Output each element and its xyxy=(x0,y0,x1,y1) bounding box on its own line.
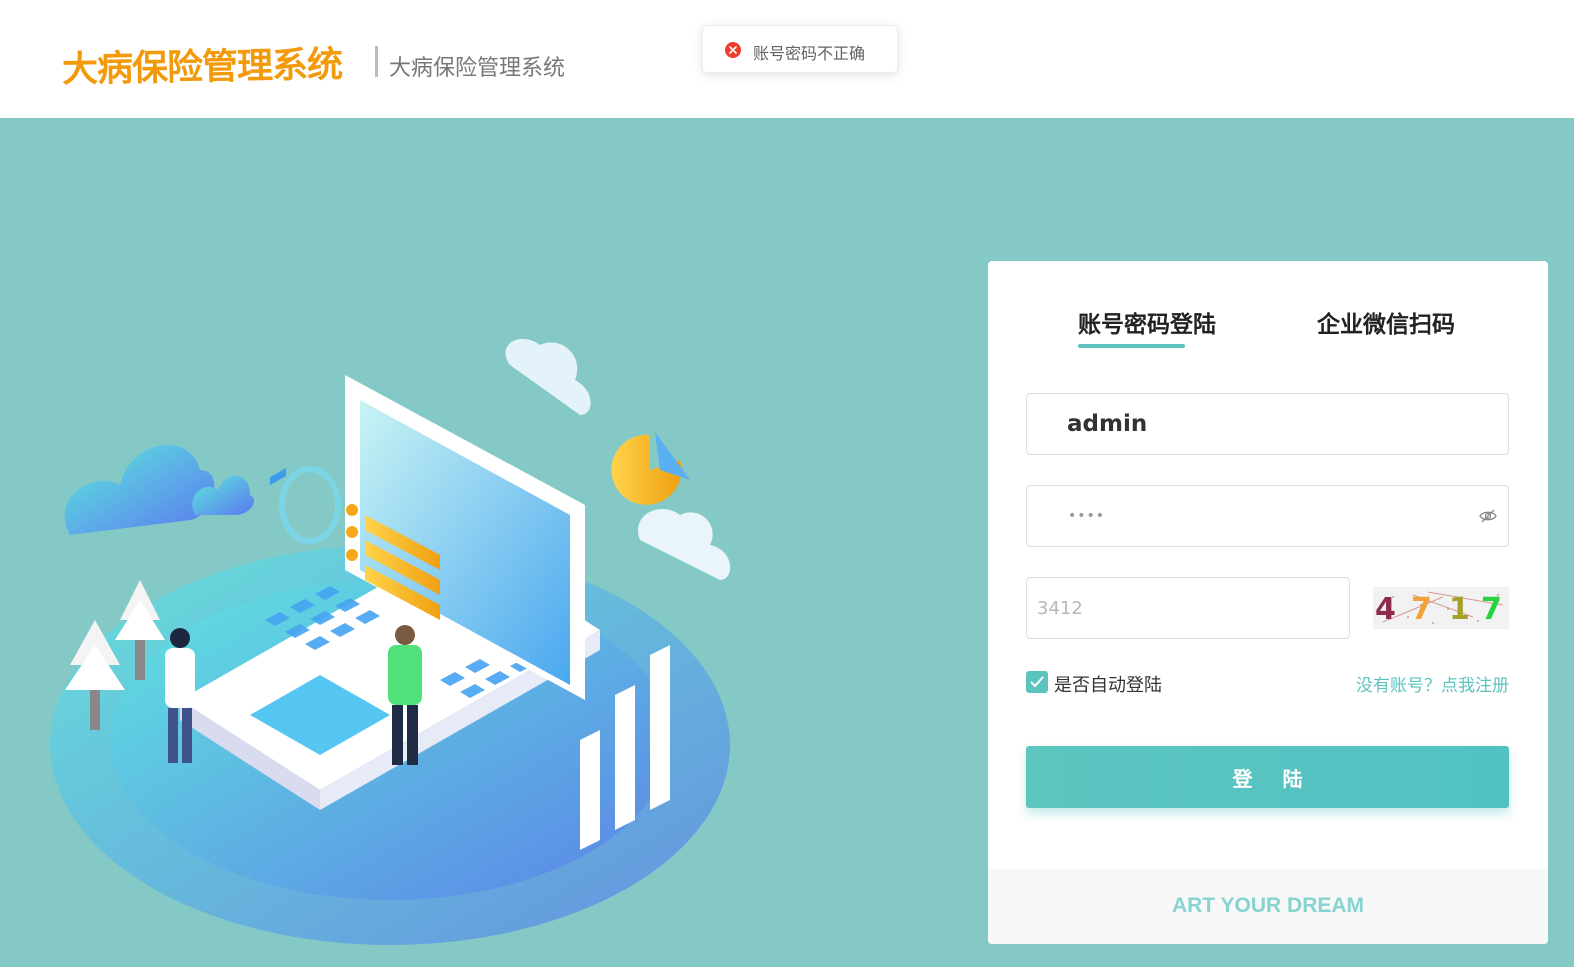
card-footer: ART YOUR DREAM xyxy=(988,869,1548,944)
username-field xyxy=(1026,393,1509,455)
logo-divider xyxy=(375,46,378,77)
eye-hidden-icon[interactable] xyxy=(1478,506,1498,526)
header: 大病保险管理系统 大病保险管理系统 账号密码不正确 xyxy=(0,0,1574,118)
auto-login-checkbox[interactable] xyxy=(1026,671,1048,693)
username-input[interactable] xyxy=(1027,394,1508,454)
slogan: ART YOUR DREAM xyxy=(1171,894,1365,917)
captcha-image[interactable]: 4 7 1 7 xyxy=(1373,587,1509,629)
system-subtitle: 大病保险管理系统 xyxy=(389,56,566,81)
logo: 大病保险管理系统 xyxy=(61,44,343,91)
error-toast: 账号密码不正确 xyxy=(702,25,898,73)
error-circle-icon xyxy=(725,42,741,58)
login-illustration xyxy=(50,338,731,945)
captcha-char: 7 xyxy=(1411,592,1432,627)
captcha-char: 1 xyxy=(1449,592,1470,627)
login-button[interactable]: 登陆 xyxy=(1026,746,1509,808)
password-input[interactable]: •••• xyxy=(1068,508,1105,524)
register-link[interactable]: 没有账号？点我注册 xyxy=(1356,671,1509,696)
password-field[interactable]: •••• xyxy=(1026,485,1509,547)
captcha-char: 7 xyxy=(1481,592,1502,627)
active-tab-indicator xyxy=(1078,344,1185,348)
toast-message: 账号密码不正确 xyxy=(753,44,866,63)
captcha-input[interactable] xyxy=(1027,578,1349,638)
captcha-char: 4 xyxy=(1375,592,1396,627)
check-icon xyxy=(1030,676,1044,688)
login-card: 账号密码登陆 企业微信扫码 •••• 4 7 1 xyxy=(988,261,1548,944)
auto-login-label[interactable]: 是否自动登陆 xyxy=(1054,671,1162,697)
tab-wechat-scan[interactable]: 企业微信扫码 xyxy=(1317,305,1455,339)
captcha-field xyxy=(1026,577,1350,639)
tab-account-login[interactable]: 账号密码登陆 xyxy=(1078,305,1216,339)
